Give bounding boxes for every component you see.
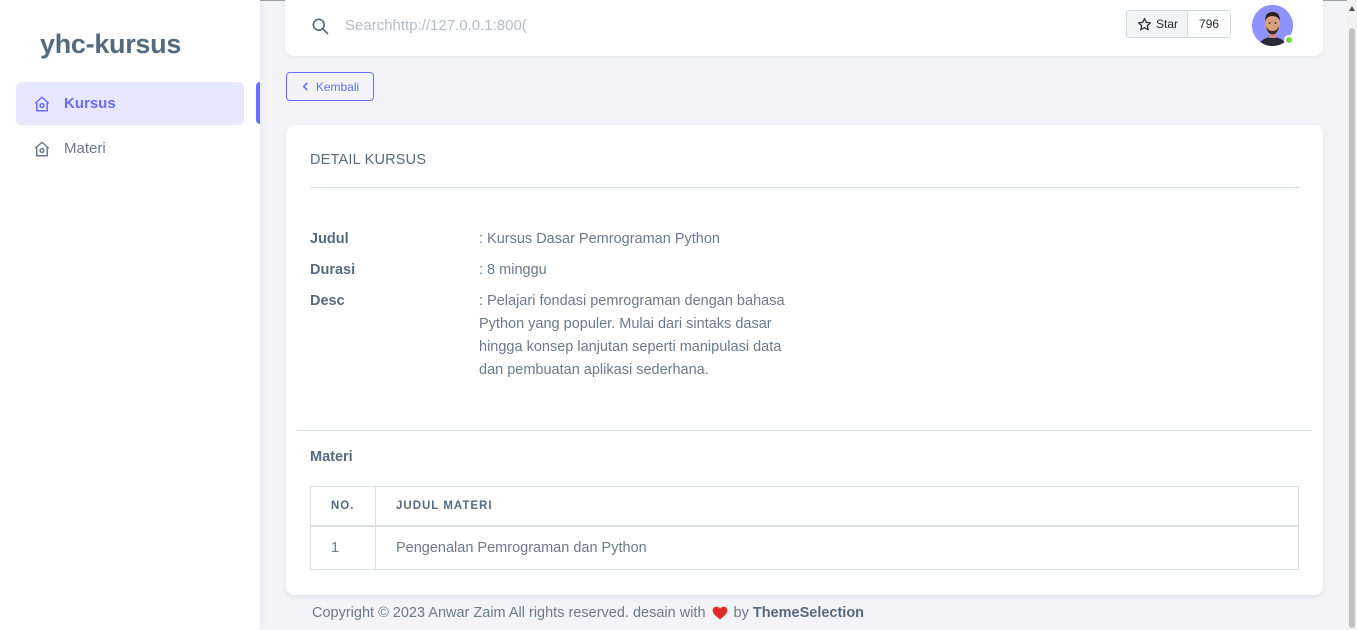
detail-label-durasi: Durasi [310, 262, 356, 278]
star-label: Star [1156, 17, 1179, 31]
search-icon[interactable] [310, 16, 330, 36]
detail-label-judul: Judul [310, 231, 349, 247]
star-action[interactable]: Star [1127, 11, 1189, 37]
footer: Copyright © 2023 Anwar Zaim All rights r… [312, 605, 864, 621]
app-root: yhc-kursus Kursus Materi Searchhttp://12… [0, 0, 1357, 630]
top-navbar: Star 796 [285, 0, 1323, 56]
column-header-judul-materi: JUDUL MATERI [375, 486, 1299, 527]
detail-value-durasi: : 8 minggu [479, 262, 547, 278]
card-title: DETAIL KURSUS [310, 152, 427, 168]
detail-value-desc: : Pelajari fondasi pemrograman dengan ba… [479, 293, 785, 378]
sidebar-item-label: Materi [64, 140, 106, 157]
table-row[interactable]: 1 Pengenalan Pemrograman dan Python [310, 525, 1299, 570]
active-menu-indicator [256, 82, 260, 124]
search-input[interactable] [345, 14, 527, 36]
heart-icon [712, 606, 728, 620]
back-button[interactable]: Kembali [286, 72, 374, 101]
course-detail-card: DETAIL KURSUS Judul : Kursus Dasar Pemro… [286, 125, 1323, 595]
user-avatar[interactable] [1252, 5, 1294, 46]
github-star-button[interactable]: Star 796 [1126, 10, 1232, 38]
table-header-row: NO. JUDUL MATERI [310, 486, 1299, 527]
cell-judul-materi[interactable]: Pengenalan Pemrograman dan Python [375, 525, 1299, 570]
online-status-dot [1284, 35, 1294, 45]
scroll-thumb[interactable] [1349, 28, 1355, 628]
divider [310, 187, 1299, 188]
footer-by: by [733, 605, 749, 621]
sidebar: yhc-kursus Kursus Materi [0, 0, 260, 630]
star-icon [1137, 17, 1152, 30]
home-icon [33, 140, 51, 158]
sidebar-item-kursus[interactable]: Kursus [16, 82, 244, 125]
home-icon [33, 95, 51, 113]
star-count[interactable]: 796 [1188, 11, 1231, 37]
back-button-label: Kembali [315, 79, 360, 94]
detail-value-judul: : Kursus Dasar Pemrograman Python [479, 231, 720, 247]
scroll-up-arrow-icon[interactable] [1349, 6, 1355, 11]
page-scrollbar[interactable] [1347, 0, 1357, 630]
brand-logo-text[interactable]: yhc-kursus [40, 29, 181, 60]
cell-no: 1 [310, 525, 376, 570]
materi-table: NO. JUDUL MATERI 1 Pengenalan Pemrograma… [310, 486, 1299, 570]
detail-label-desc: Desc [310, 293, 345, 309]
themeselection-link[interactable]: ThemeSelection [753, 605, 864, 621]
sidebar-item-label: Kursus [64, 95, 116, 112]
footer-copyright: Copyright © 2023 Anwar Zaim All rights r… [312, 605, 706, 621]
chevron-left-icon [302, 82, 308, 91]
materi-heading: Materi [310, 449, 353, 465]
sidebar-item-materi[interactable]: Materi [16, 127, 244, 170]
column-header-no: NO. [310, 486, 376, 527]
divider [296, 430, 1312, 431]
